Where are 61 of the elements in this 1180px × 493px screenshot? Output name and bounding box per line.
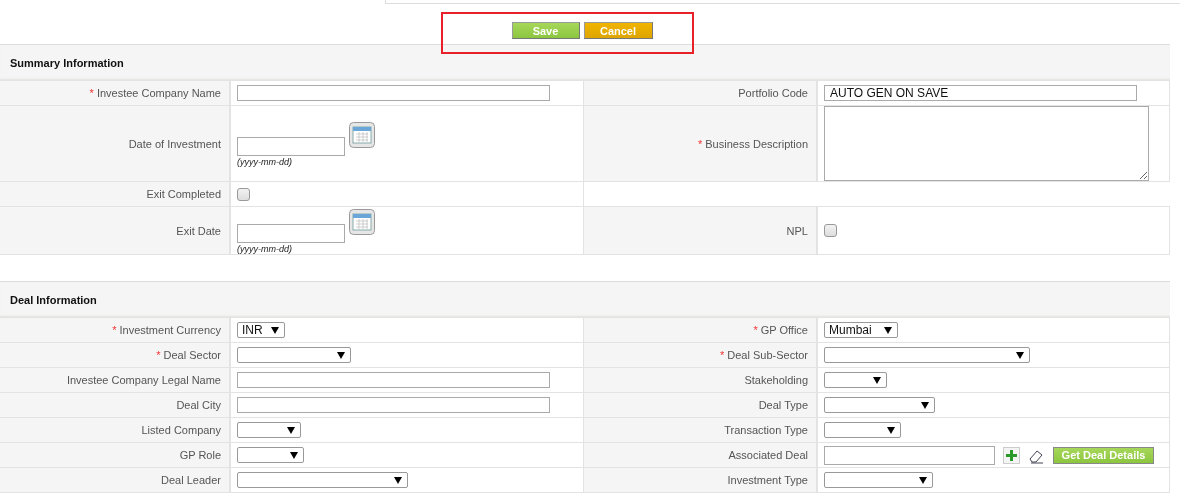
field-label: Deal Type bbox=[758, 399, 808, 411]
dropdown[interactable] bbox=[824, 422, 901, 438]
text-input[interactable] bbox=[237, 372, 550, 388]
text-input[interactable] bbox=[237, 397, 550, 413]
text-input[interactable] bbox=[824, 445, 995, 465]
required-mark: * bbox=[112, 324, 117, 336]
dropdown[interactable] bbox=[237, 447, 304, 463]
date-format-hint: (yyyy-mm-dd) bbox=[237, 157, 293, 167]
required-mark: * bbox=[720, 349, 725, 361]
calendar-icon[interactable] bbox=[349, 122, 375, 148]
text-input[interactable] bbox=[237, 85, 550, 101]
required-mark: * bbox=[753, 324, 758, 336]
field-label: Stakeholding bbox=[744, 374, 808, 386]
dropdown[interactable] bbox=[237, 422, 301, 438]
dropdown[interactable]: INR bbox=[237, 322, 285, 338]
section-title: Deal Information bbox=[10, 294, 97, 306]
field-label: Deal Sub-Sector bbox=[727, 349, 808, 361]
field-label: Investee Company Legal Name bbox=[66, 374, 221, 386]
caret-icon bbox=[271, 326, 279, 334]
field-label: Business Description bbox=[705, 137, 808, 150]
field-label: Transaction Type bbox=[724, 424, 808, 436]
text-input[interactable]: AUTO GEN ON SAVE bbox=[824, 85, 1137, 101]
field-label: Deal Leader bbox=[161, 474, 221, 486]
field-label: Exit Date bbox=[176, 224, 221, 237]
caret-icon bbox=[1016, 351, 1024, 359]
dropdown[interactable] bbox=[824, 372, 887, 388]
caret-icon bbox=[290, 451, 298, 459]
field-label: Portfolio Code bbox=[738, 87, 808, 99]
field-label: Deal Sector bbox=[163, 349, 221, 361]
checkbox[interactable] bbox=[824, 224, 837, 237]
text-area[interactable] bbox=[824, 106, 1149, 181]
caret-icon bbox=[337, 351, 345, 359]
field-label: Investee Company Name bbox=[96, 87, 221, 99]
required-mark: * bbox=[156, 349, 161, 361]
field-label: Date of Investment bbox=[128, 137, 221, 150]
caret-icon bbox=[873, 376, 881, 384]
field-label: GP Role bbox=[179, 449, 221, 461]
required-mark: * bbox=[698, 137, 703, 150]
field-label: Exit Completed bbox=[146, 188, 221, 200]
required-mark: * bbox=[89, 87, 94, 99]
checkbox[interactable] bbox=[237, 187, 250, 201]
calendar-icon[interactable] bbox=[349, 209, 375, 235]
date-input[interactable] bbox=[237, 224, 345, 243]
caret-icon bbox=[394, 476, 402, 484]
caret-icon bbox=[921, 401, 929, 409]
section-title: Summary Information bbox=[10, 57, 124, 69]
dropdown[interactable]: Mumbai bbox=[824, 322, 898, 338]
field-label: Investment Type bbox=[727, 474, 808, 486]
field-label: Investment Currency bbox=[119, 324, 221, 336]
field-label: Associated Deal bbox=[728, 449, 808, 461]
date-input[interactable] bbox=[237, 137, 345, 156]
date-format-hint: (yyyy-mm-dd) bbox=[237, 244, 293, 254]
caret-icon bbox=[887, 426, 895, 434]
field-label: NPL bbox=[786, 224, 808, 237]
caret-icon bbox=[884, 326, 892, 334]
caret-icon bbox=[287, 426, 295, 434]
field-label: Deal City bbox=[176, 399, 221, 411]
field-label: Listed Company bbox=[141, 424, 221, 436]
plus-icon[interactable] bbox=[1003, 446, 1020, 464]
caret-icon bbox=[919, 476, 927, 484]
field-label: GP Office bbox=[760, 324, 808, 336]
